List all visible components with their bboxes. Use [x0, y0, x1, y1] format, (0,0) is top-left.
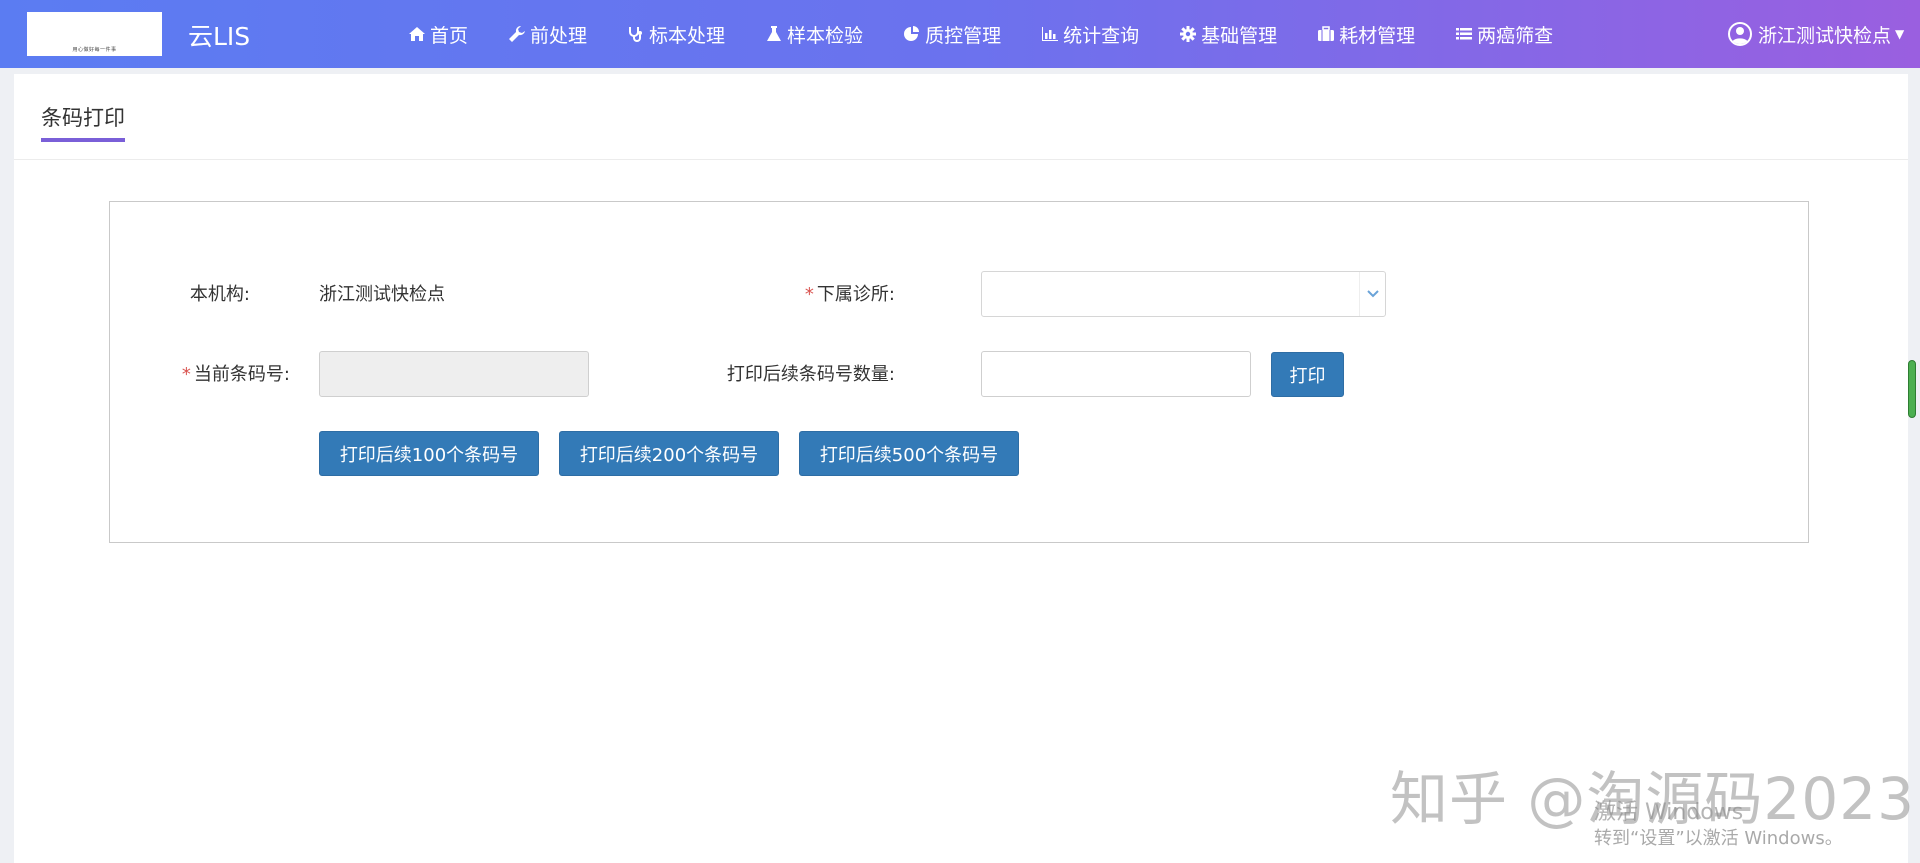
user-menu[interactable]: 浙江测试快检点 ▼	[1728, 0, 1904, 68]
briefcase-icon	[1318, 26, 1335, 41]
nav-consumables-label: 耗材管理	[1339, 24, 1416, 47]
nav-specimen-label: 标本处理	[649, 24, 726, 47]
company-logo[interactable]: 用心做好每一件事	[27, 12, 162, 56]
barcode-label-wrap: * 当前条码号:	[130, 360, 290, 386]
nav-preprocess-label: 前处理	[530, 24, 588, 47]
list-icon	[1456, 28, 1473, 40]
nav-home-label: 首页	[430, 24, 469, 47]
print-count-input[interactable]	[981, 351, 1251, 397]
clinic-label: 下属诊所:	[816, 284, 895, 305]
activate-windows-subtitle: 转到“设置”以激活 Windows。	[1594, 828, 1843, 849]
tab-barcode-print[interactable]: 条码打印	[41, 102, 125, 142]
required-mark: *	[181, 364, 191, 385]
print-200-button[interactable]: 打印后续200个条码号	[559, 431, 779, 476]
print-button[interactable]: 打印	[1271, 352, 1344, 397]
user-circle-icon	[1728, 22, 1752, 46]
nav-stats[interactable]: 统计查询	[1041, 21, 1139, 48]
flask-icon	[767, 26, 782, 41]
barcode-print-form: 本机构: 浙江测试快检点 * 下属诊所: * 当前条码号: 打印后续条码号数量: 打…	[109, 201, 1809, 543]
nav-inspection-label: 样本检验	[787, 24, 864, 47]
top-navbar: 用心做好每一件事 云LIS 首页 前处理 标本处理 样本检验 质控管理 统计查询	[0, 0, 1920, 68]
current-barcode-input[interactable]	[319, 351, 589, 397]
print-500-button[interactable]: 打印后续500个条码号	[799, 431, 1019, 476]
pie-chart-icon	[904, 26, 920, 41]
nav-basic[interactable]: 基础管理	[1179, 21, 1277, 48]
main-nav: 首页 前处理 标本处理 样本检验 质控管理 统计查询 基础管理 耗材管理 两癌筛…	[408, 0, 1593, 68]
nav-qc-label: 质控管理	[925, 24, 1002, 47]
clinic-select[interactable]	[981, 271, 1386, 317]
stethoscope-icon	[629, 27, 643, 42]
org-label: 本机构:	[189, 284, 250, 305]
org-value: 浙江测试快检点	[319, 284, 445, 305]
nav-preprocess[interactable]: 前处理	[508, 21, 587, 48]
nav-basic-label: 基础管理	[1201, 24, 1278, 47]
nav-inspection[interactable]: 样本检验	[765, 21, 863, 48]
nav-consumables[interactable]: 耗材管理	[1317, 21, 1415, 48]
logo-slogan: 用心做好每一件事	[72, 47, 117, 53]
nav-stats-label: 统计查询	[1063, 24, 1140, 47]
activate-windows-title: 激活 Windows	[1594, 800, 1744, 825]
print-100-button[interactable]: 打印后续100个条码号	[319, 431, 539, 476]
nav-screening[interactable]: 两癌筛查	[1455, 21, 1553, 48]
nav-screening-label: 两癌筛查	[1477, 24, 1554, 47]
caret-down-icon: ▼	[1895, 27, 1905, 41]
nav-home[interactable]: 首页	[408, 21, 468, 48]
wrench-icon	[509, 26, 526, 42]
count-label: 打印后续条码号数量:	[726, 364, 895, 385]
tab-bar: 条码打印	[14, 74, 1908, 160]
main-panel: 条码打印 本机构: 浙江测试快检点 * 下属诊所: * 当前条码号: 打印后续条码号…	[14, 74, 1908, 863]
nav-specimen[interactable]: 标本处理	[627, 21, 725, 48]
clinic-label-wrap: * 下属诊所:	[670, 280, 895, 306]
gear-icon	[1180, 26, 1197, 42]
barcode-label: 当前条码号:	[193, 364, 290, 385]
required-mark: *	[804, 284, 814, 305]
chevron-down-icon	[1359, 272, 1385, 316]
nav-qc[interactable]: 质控管理	[903, 21, 1001, 48]
app-title: 云LIS	[188, 22, 251, 51]
user-name: 浙江测试快检点	[1758, 24, 1892, 47]
bar-chart-icon	[1042, 27, 1059, 41]
scrollbar-thumb[interactable]	[1908, 360, 1916, 418]
home-icon	[409, 27, 425, 41]
